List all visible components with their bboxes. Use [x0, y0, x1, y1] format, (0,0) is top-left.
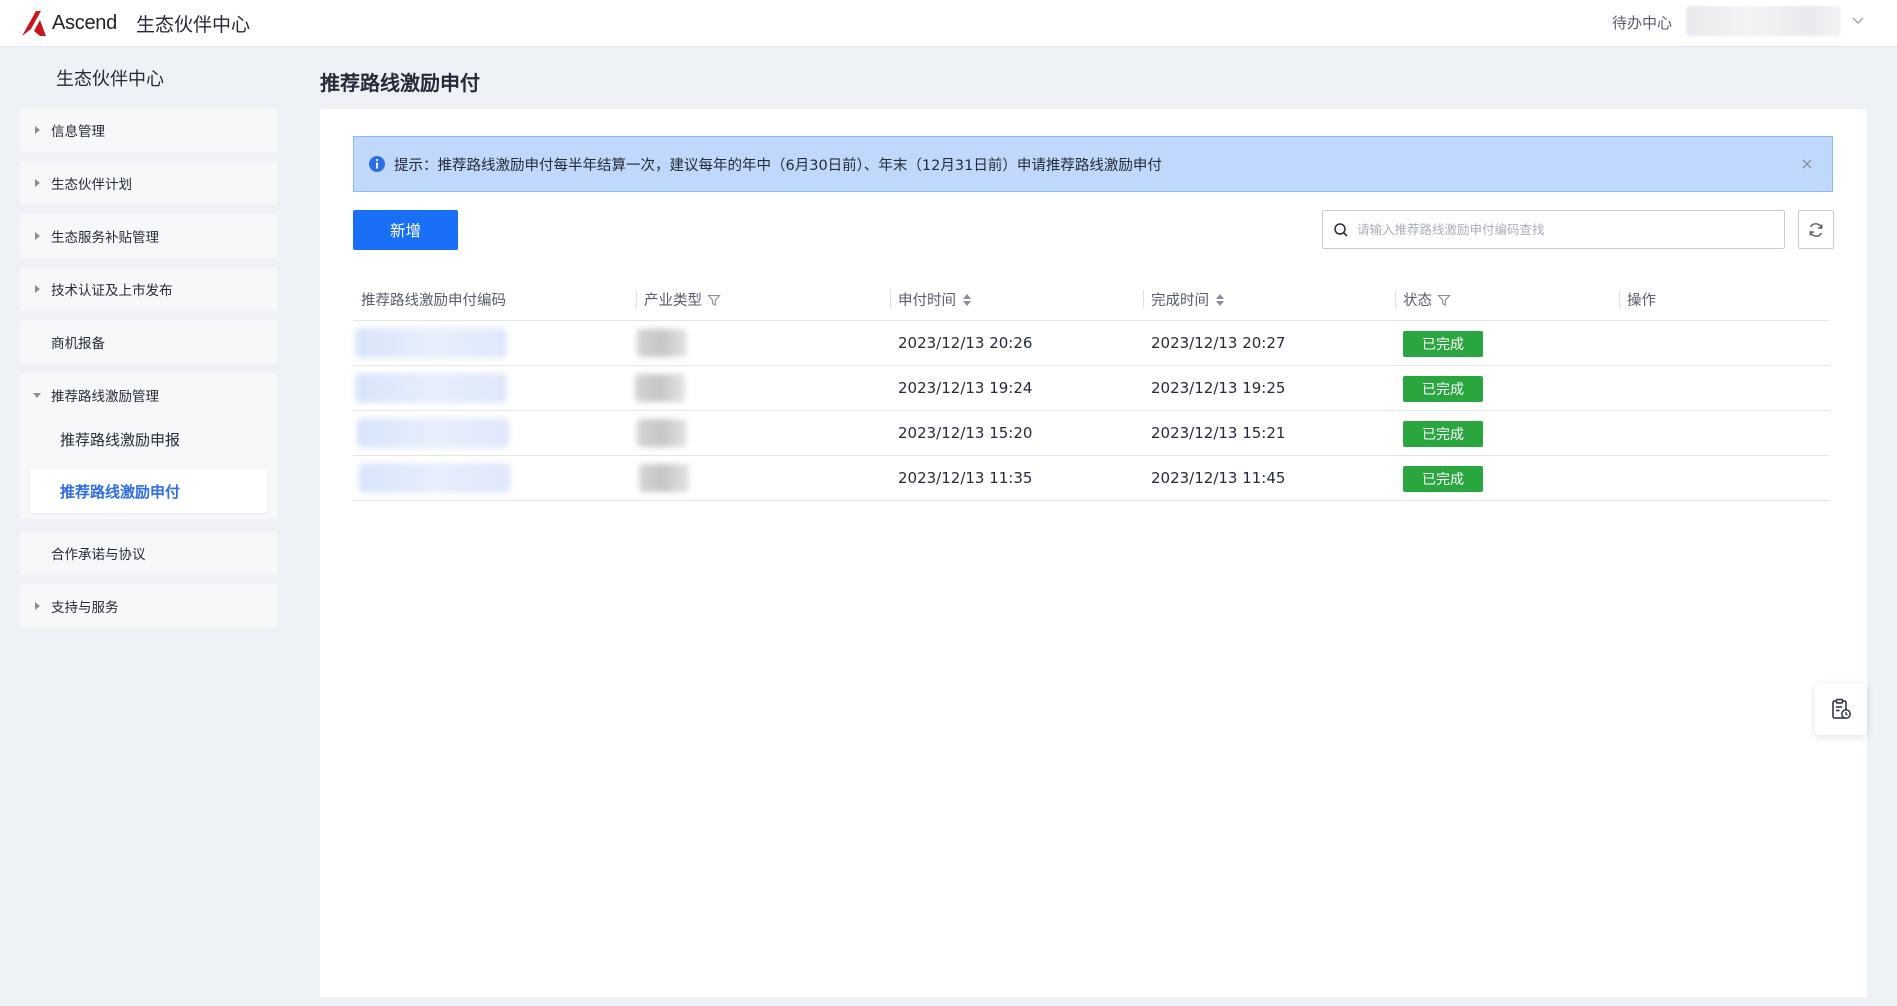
column-divider [1143, 290, 1144, 308]
todo-center-link[interactable]: 待办中心 [1612, 12, 1672, 33]
table-row: 2023/12/13 15:20 2023/12/13 15:21 已完成 [353, 411, 1829, 456]
sidebar-item-opportunity-report[interactable]: 商机报备 [20, 320, 277, 364]
main-card: 提示：推荐路线激励申付每半年结算一次，建议每年的年中（6月30日前）、年末（12… [320, 109, 1867, 997]
status-badge: 已完成 [1403, 376, 1483, 402]
user-account-menu[interactable] [1686, 6, 1841, 36]
redacted-code[interactable] [357, 418, 509, 448]
sidebar-item-service-subsidy[interactable]: 生态服务补贴管理 [20, 214, 277, 258]
redacted-industry-type [637, 329, 687, 357]
status-badge: 已完成 [1403, 421, 1483, 447]
sidebar-item-support-service[interactable]: 支持与服务 [20, 584, 277, 628]
column-header-label: 完成时间 [1151, 293, 1209, 309]
sidebar-group-route-incentive: 推荐路线激励管理 推荐路线激励申报 推荐路线激励申付 [20, 373, 277, 519]
caret-right-icon [32, 125, 42, 135]
column-header-label: 推荐路线激励申付编码 [361, 293, 506, 309]
status-badge: 已完成 [1403, 466, 1483, 492]
caret-right-icon [32, 178, 42, 188]
alert-text: 提示：推荐路线激励申付每半年结算一次，建议每年的年中（6月30日前）、年末（12… [394, 157, 1162, 174]
clipboard-clock-icon [1832, 698, 1851, 719]
sidebar-subitem-incentive-declare[interactable]: 推荐路线激励申报 [30, 417, 267, 461]
sidebar-item-cooperation-agreement[interactable]: 合作承诺与协议 [20, 531, 277, 575]
info-icon [369, 156, 385, 172]
column-header-apply-time: 申付时间 [890, 278, 975, 321]
sidebar-item-label: 技术认证及上市发布 [51, 283, 173, 299]
floating-task-button[interactable] [1815, 683, 1867, 735]
done-time-cell: 2023/12/13 11:45 [1151, 469, 1286, 487]
sort-icon[interactable] [961, 293, 975, 307]
done-time-cell: 2023/12/13 20:27 [1151, 334, 1286, 352]
sidebar-item-info-management[interactable]: 信息管理 [20, 108, 277, 152]
search-icon [1334, 222, 1348, 237]
table-header: 推荐路线激励申付编码 产业类型 申付时间 完成时间 状态 操作 [353, 278, 1829, 321]
sidebar-item-route-incentive-management[interactable]: 推荐路线激励管理 [20, 373, 277, 417]
status-badge: 已完成 [1403, 331, 1483, 357]
filter-icon[interactable] [707, 293, 721, 307]
search-input[interactable] [1357, 222, 1767, 237]
caret-down-icon [32, 390, 42, 400]
sidebar-subitem-incentive-payment[interactable]: 推荐路线激励申付 [30, 469, 267, 513]
column-header-label: 状态 [1403, 293, 1432, 309]
apply-time-cell: 2023/12/13 19:24 [898, 379, 1033, 397]
page-title: 推荐路线激励申付 [320, 71, 480, 95]
apply-time-cell: 2023/12/13 20:26 [898, 334, 1033, 352]
logo-text: Ascend [52, 11, 117, 34]
filter-icon[interactable] [1437, 293, 1451, 307]
column-header-code: 推荐路线激励申付编码 [361, 278, 506, 321]
column-header-status: 状态 [1395, 278, 1451, 321]
sidebar-item-label: 合作承诺与协议 [51, 547, 146, 563]
sidebar-item-label: 推荐路线激励管理 [51, 389, 159, 405]
info-alert: 提示：推荐路线激励申付每半年结算一次，建议每年的年中（6月30日前）、年末（12… [353, 136, 1833, 192]
sidebar-subitem-label: 推荐路线激励申报 [60, 430, 181, 449]
apply-time-cell: 2023/12/13 11:35 [898, 469, 1033, 487]
sidebar-item-label: 商机报备 [51, 336, 105, 352]
refresh-icon [1809, 222, 1823, 237]
column-header-actions: 操作 [1619, 278, 1656, 321]
done-time-cell: 2023/12/13 19:25 [1151, 379, 1286, 397]
column-header-done-time: 完成时间 [1143, 278, 1228, 321]
sidebar-title: 生态伙伴中心 [56, 69, 164, 90]
add-button[interactable]: 新增 [353, 210, 458, 250]
column-header-label: 操作 [1627, 293, 1656, 309]
done-time-cell: 2023/12/13 15:21 [1151, 424, 1286, 442]
sidebar-item-partner-program[interactable]: 生态伙伴计划 [20, 161, 277, 205]
column-header-industry-type: 产业类型 [636, 278, 721, 321]
redacted-industry-type [635, 374, 685, 402]
close-icon[interactable] [1798, 155, 1816, 173]
sort-icon[interactable] [1214, 293, 1228, 307]
sidebar-item-label: 生态服务补贴管理 [51, 230, 159, 246]
sidebar-item-certification[interactable]: 技术认证及上市发布 [20, 267, 277, 311]
search-box [1322, 210, 1785, 249]
caret-right-icon [32, 231, 42, 241]
column-header-label: 申付时间 [898, 293, 956, 309]
sidebar-subitem-label: 推荐路线激励申付 [60, 482, 181, 501]
sidebar-item-label: 生态伙伴计划 [51, 177, 132, 193]
column-divider [636, 290, 637, 308]
caret-right-icon [32, 601, 42, 611]
app-title: 生态伙伴中心 [136, 14, 251, 36]
top-header: Ascend 生态伙伴中心 待办中心 [0, 0, 1897, 47]
column-divider [890, 290, 891, 308]
caret-right-icon [32, 284, 42, 294]
payment-table: 推荐路线激励申付编码 产业类型 申付时间 完成时间 状态 操作 2023/12/… [353, 278, 1829, 501]
redacted-code[interactable] [359, 463, 511, 493]
ascend-logo[interactable]: Ascend [20, 8, 117, 38]
column-header-label: 产业类型 [644, 293, 702, 309]
refresh-button[interactable] [1798, 210, 1834, 249]
ascend-logo-icon [22, 11, 46, 36]
redacted-code[interactable] [355, 373, 507, 403]
apply-time-cell: 2023/12/13 15:20 [898, 424, 1033, 442]
sidebar-item-label: 支持与服务 [51, 600, 119, 616]
sidebar-item-label: 信息管理 [51, 124, 105, 140]
table-row: 2023/12/13 19:24 2023/12/13 19:25 已完成 [353, 366, 1829, 411]
redacted-code[interactable] [355, 328, 507, 358]
redacted-industry-type [637, 419, 687, 447]
column-divider [1619, 290, 1620, 308]
table-row: 2023/12/13 11:35 2023/12/13 11:45 已完成 [353, 456, 1829, 501]
table-row: 2023/12/13 20:26 2023/12/13 20:27 已完成 [353, 321, 1829, 366]
redacted-industry-type [639, 464, 689, 492]
column-divider [1395, 290, 1396, 308]
chevron-down-icon[interactable] [1850, 12, 1866, 28]
